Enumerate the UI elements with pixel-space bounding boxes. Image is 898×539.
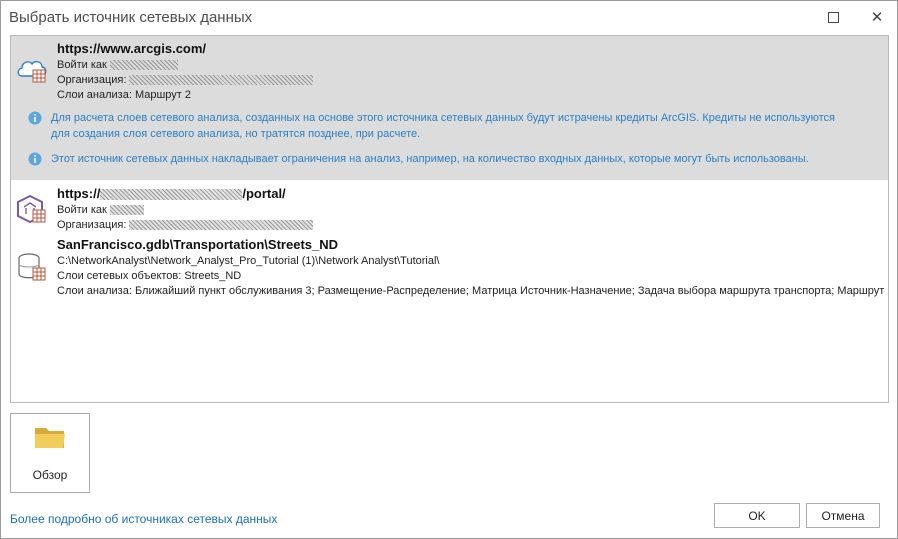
feature-layers-line: Слои сетевых объектов: Streets_ND <box>57 270 242 282</box>
login-label: Войти как <box>57 204 107 216</box>
cloud-network-icon <box>17 60 47 83</box>
credits-note: Для расчета слоев сетевого анализа, созд… <box>51 112 836 140</box>
source-item-geodatabase[interactable]: SanFrancisco.gdb\Transportation\Streets_… <box>11 234 888 302</box>
source-url: https://www.arcgis.com/ <box>57 41 207 56</box>
dialog-window: Выбрать источник сетевых данных ✕ https:… <box>0 0 898 539</box>
maximize-button[interactable] <box>821 6 845 28</box>
folder-icon <box>35 428 65 448</box>
browse-label: Обзор <box>32 468 68 482</box>
source-item-portal[interactable]: https:// /portal/ Войти как Организация: <box>11 182 888 234</box>
maximize-icon <box>827 11 839 23</box>
org-line: Организация: <box>57 74 314 86</box>
url-prefix: https:// <box>57 186 101 201</box>
login-line: Войти как <box>57 204 144 216</box>
gdb-title: SanFrancisco.gdb\Transportation\Streets_… <box>57 237 339 252</box>
cancel-button[interactable]: Отмена <box>806 503 880 528</box>
redacted-organization <box>129 75 314 86</box>
close-button[interactable]: ✕ <box>865 6 889 28</box>
redacted-username <box>109 205 144 216</box>
url-suffix: /portal/ <box>242 186 286 201</box>
info-icon <box>28 111 42 125</box>
org-label: Организация: <box>57 219 127 231</box>
org-label: Организация: <box>57 74 127 86</box>
gdb-path: C:\NetworkAnalyst\Network_Analyst_Pro_Tu… <box>57 255 440 267</box>
learn-more-link[interactable]: Более подробно об источниках сетевых дан… <box>10 512 277 526</box>
source-url: https:// /portal/ <box>57 186 286 201</box>
redacted-username <box>109 60 178 71</box>
login-label: Войти как <box>57 59 107 71</box>
database-network-icon <box>18 253 46 281</box>
limits-note: Этот источник сетевых данных накладывает… <box>51 153 809 165</box>
source-item-arcgis-online[interactable]: https://www.arcgis.com/ Войти как Органи… <box>11 36 888 180</box>
org-line: Организация: <box>57 219 314 231</box>
window-title: Выбрать источник сетевых данных <box>9 9 253 26</box>
redacted-organization <box>129 220 314 231</box>
browse-button[interactable]: Обзор <box>10 413 90 493</box>
portal-network-icon <box>17 194 46 224</box>
analysis-layers-line: Слои анализа: Ближайший пункт обслуживан… <box>57 285 885 297</box>
redacted-host <box>100 189 243 201</box>
info-icon <box>28 152 42 166</box>
title-bar: Выбрать источник сетевых данных ✕ <box>1 1 897 35</box>
analysis-layers-line: Слои анализа: Маршрут 2 <box>57 89 192 101</box>
login-line: Войти как <box>57 59 178 71</box>
ok-button[interactable]: OK <box>714 503 800 528</box>
network-source-list[interactable]: https://www.arcgis.com/ Войти как Органи… <box>10 35 889 403</box>
